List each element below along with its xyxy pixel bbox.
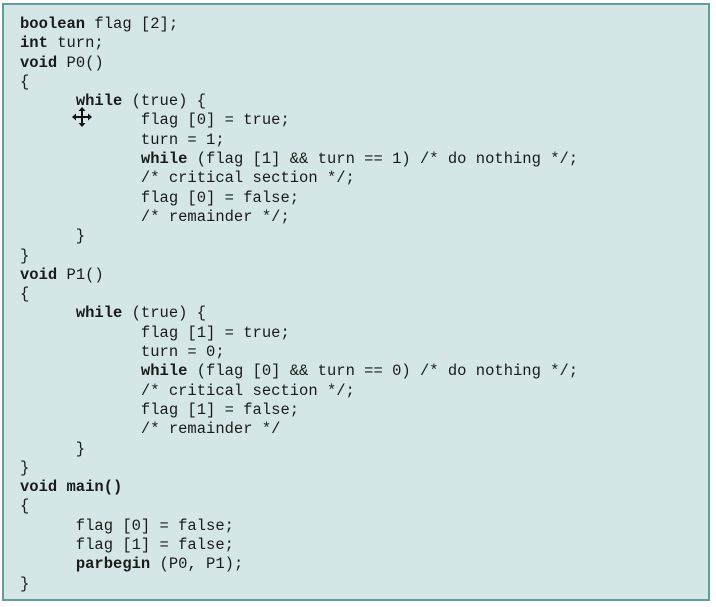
code-line: flag [0] = false; [20, 189, 578, 208]
code-line: while (true) { [20, 92, 578, 111]
code-line: turn = 1; [20, 131, 578, 150]
code-line: while (true) { [20, 304, 578, 323]
code-line: boolean flag [2]; [20, 15, 578, 34]
code-line: flag [0] = true; [20, 111, 578, 130]
code-text: } [20, 227, 86, 246]
code-text: { [20, 497, 30, 516]
code-line: } [20, 247, 578, 266]
code-line: void P1() [20, 266, 578, 285]
code-line: turn = 0; [20, 343, 578, 362]
code-keyword: while [75, 304, 123, 323]
code-text: (flag [0] && turn == 0) /* do nothing */… [187, 362, 579, 381]
code-keyword: void main() [20, 478, 123, 497]
code-text: P1() [57, 265, 104, 284]
code-text: } [20, 574, 30, 593]
code-line: } [20, 227, 578, 246]
code-line: int turn; [20, 34, 578, 53]
code-listing-box: boolean flag [2]; int turn; void P0(){ whi… [2, 3, 710, 601]
code-text: flag [1] = false; [20, 400, 300, 419]
code-line: void main() [20, 478, 578, 497]
code-text: } [20, 439, 86, 458]
code-text: (true) { [122, 92, 207, 111]
code-text: (true) { [122, 304, 207, 323]
code-line: flag [1] = false; [20, 401, 578, 420]
code-line: } [20, 575, 578, 594]
code-keyword: while [140, 150, 188, 169]
move-cursor-icon [72, 107, 92, 127]
code-text: } [20, 246, 30, 265]
code-line: while (flag [0] && turn == 0) /* do noth… [20, 362, 578, 381]
code-text: flag [1] = false; [20, 536, 234, 555]
code-line: parbegin (P0, P1); [20, 555, 578, 574]
code-text: flag [0] = false; [20, 188, 300, 207]
code-text: { [20, 72, 30, 91]
code-line: /* remainder */ [20, 420, 578, 439]
code-text: flag [2]; [85, 15, 179, 33]
code-line: } [20, 459, 578, 478]
code-text: turn; [47, 34, 104, 53]
code-keyword: void [20, 265, 58, 284]
code-listing: boolean flag [2]; int turn; void P0(){ whi… [20, 15, 578, 594]
code-text: flag [0] = false; [20, 516, 234, 535]
code-line: { [20, 497, 578, 516]
code-text: { [20, 285, 30, 304]
code-text: turn = 1; [20, 130, 225, 149]
code-line: /* critical section */; [20, 382, 578, 401]
code-keyword: parbegin [75, 555, 151, 574]
code-line: while (flag [1] && turn == 1) /* do noth… [20, 150, 578, 169]
code-text: turn = 0; [20, 343, 225, 362]
code-line: } [20, 440, 578, 459]
code-line: void P0() [20, 54, 578, 73]
code-line: /* critical section */; [20, 169, 578, 188]
code-line: { [20, 285, 578, 304]
code-line: flag [0] = false; [20, 517, 578, 536]
code-text: /* remainder */; [20, 207, 290, 226]
code-line: flag [1] = true; [20, 324, 578, 343]
code-line: { [20, 73, 578, 92]
code-keyword: void [20, 53, 58, 72]
code-text: /* remainder */ [20, 420, 281, 439]
code-keyword: boolean [20, 15, 86, 33]
code-text: flag [0] = true; [20, 111, 290, 130]
code-text: P0() [57, 53, 104, 72]
code-text: /* critical section */; [20, 381, 355, 400]
code-text: flag [1] = true; [20, 323, 290, 342]
code-line: flag [1] = false; [20, 536, 578, 555]
code-text: } [20, 458, 30, 477]
code-text: (P0, P1); [150, 555, 244, 574]
code-keyword: while [140, 362, 188, 381]
code-keyword: int [20, 34, 48, 53]
code-text: (flag [1] && turn == 1) /* do nothing */… [187, 150, 579, 169]
code-line: /* remainder */; [20, 208, 578, 227]
code-text: /* critical section */; [20, 169, 355, 188]
